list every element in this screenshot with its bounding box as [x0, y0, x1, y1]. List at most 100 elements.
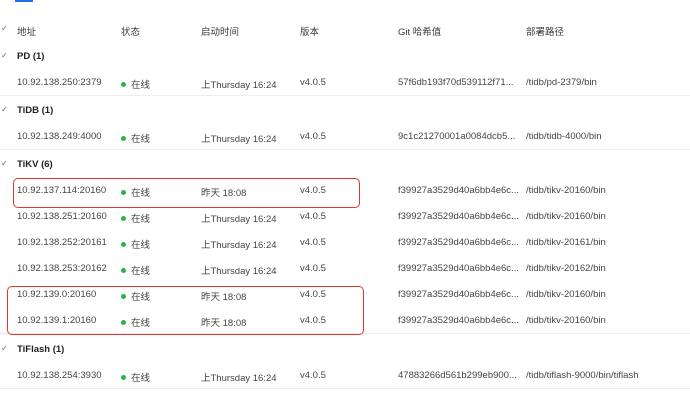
- column-header-address[interactable]: 地址: [17, 24, 36, 38]
- cell-address: 10.92.138.253:20162: [17, 263, 107, 274]
- cell-address: 10.92.138.249:4000: [17, 131, 102, 142]
- table-row[interactable]: 10.92.138.251:20160 在线 上Thursday 16:24 v4.0…: [0, 203, 690, 230]
- cell-version: v4.0.5: [300, 263, 326, 274]
- status-dot-icon: [121, 268, 126, 273]
- status-dot-icon: [121, 294, 126, 299]
- group-label: TiKV (6): [17, 159, 53, 170]
- status-text: 在线: [131, 373, 151, 384]
- cell-start-time: 上Thursday 16:24: [201, 134, 277, 145]
- status-text: 在线: [131, 80, 151, 91]
- status-dot-icon: [121, 136, 126, 141]
- cell-start-time: 上Thursday 16:24: [201, 373, 277, 384]
- cell-address: 10.92.139.1:20160: [17, 315, 97, 326]
- table-row[interactable]: 10.92.138.250:2379 在线 上Thursday 16:24 v4.0.…: [0, 69, 690, 96]
- table-row[interactable]: 10.92.139.0:20160 在线 昨天 18:08 v4.0.5 f39927a…: [0, 281, 690, 308]
- cell-git-hash: 47883266d561b299eb900...: [398, 370, 517, 381]
- check-icon[interactable]: ✓: [1, 51, 8, 60]
- cell-version: v4.0.5: [300, 289, 326, 300]
- cell-git-hash: 9c1c21270001a0084dcb5...: [398, 131, 516, 142]
- cell-version: v4.0.5: [300, 185, 326, 196]
- status-dot-icon: [121, 375, 126, 380]
- cell-address: 10.92.138.251:20160: [17, 211, 107, 222]
- cell-deploy-path: /tidb/tikv-20160/bin: [526, 289, 606, 300]
- group-row[interactable]: ✓ TiFlash (1): [0, 336, 690, 363]
- cell-start-time: 昨天 18:08: [201, 292, 247, 303]
- cell-start-time: 昨天 18:08: [201, 318, 247, 329]
- group-label: TiDB (1): [17, 105, 54, 116]
- status-text: 在线: [131, 188, 151, 199]
- group-label: TiFlash (1): [17, 344, 65, 355]
- cell-deploy-path: /tidb/tikv-20160/bin: [526, 315, 606, 326]
- status-dot-icon: [121, 82, 126, 87]
- active-tab-indicator: [15, 0, 33, 2]
- cell-start-time: 昨天 18:08: [201, 188, 247, 199]
- status-dot-icon: [121, 190, 126, 195]
- cell-deploy-path: /tidb/pd-2379/bin: [526, 77, 597, 88]
- cell-status: 在线: [121, 185, 150, 199]
- status-text: 在线: [131, 266, 151, 277]
- table-row[interactable]: 10.92.138.249:4000 在线 上Thursday 16:24 v4.0.…: [0, 123, 690, 150]
- cell-git-hash: 57f6db193f70d539112f71...: [398, 77, 514, 88]
- cell-address: 10.92.138.252:20161: [17, 237, 107, 248]
- table-row[interactable]: 10.92.138.254:3930 在线 上Thursday 16:24 v4.0.…: [0, 362, 690, 389]
- table-row[interactable]: 10.92.138.252:20161 在线 上Thursday 16:24 v4.0…: [0, 229, 690, 256]
- cell-address: 10.92.138.250:2379: [17, 77, 102, 88]
- cell-start-time: 上Thursday 16:24: [201, 214, 277, 225]
- status-dot-icon: [121, 216, 126, 221]
- table-row[interactable]: 10.92.138.253:20162 在线 上Thursday 16:24 v4.0…: [0, 255, 690, 282]
- status-text: 在线: [131, 292, 151, 303]
- cell-deploy-path: /tidb/tikv-20162/bin: [526, 263, 606, 274]
- cell-version: v4.0.5: [300, 315, 326, 326]
- cell-git-hash: f39927a3529d40a6bb4e6c...: [398, 315, 519, 326]
- cell-deploy-path: /tidb/tikv-20161/bin: [526, 237, 606, 248]
- cell-status: 在线: [121, 77, 150, 91]
- column-header-start-time[interactable]: 启动时间: [201, 24, 239, 38]
- column-header-deploy-path[interactable]: 部署路径: [526, 24, 564, 38]
- cell-deploy-path: /tidb/tiflash-9000/bin/tiflash: [526, 370, 639, 381]
- cell-version: v4.0.5: [300, 370, 326, 381]
- cell-status: 在线: [121, 263, 150, 277]
- column-header-git-hash[interactable]: Git 哈希值: [398, 24, 441, 38]
- cell-address: 10.92.137.114:20160: [17, 185, 107, 196]
- cell-git-hash: f39927a3529d40a6bb4e6c...: [398, 263, 519, 274]
- status-dot-icon: [121, 320, 126, 325]
- cell-deploy-path: /tidb/tidb-4000/bin: [526, 131, 602, 142]
- cell-status: 在线: [121, 370, 150, 384]
- check-icon[interactable]: ✓: [1, 159, 8, 168]
- cell-version: v4.0.5: [300, 237, 326, 248]
- status-text: 在线: [131, 134, 151, 145]
- cell-version: v4.0.5: [300, 131, 326, 142]
- cell-status: 在线: [121, 237, 150, 251]
- status-text: 在线: [131, 318, 151, 329]
- column-header-status[interactable]: 状态: [121, 24, 140, 38]
- cell-start-time: 上Thursday 16:24: [201, 266, 277, 277]
- group-row[interactable]: ✓ TiKV (6): [0, 151, 690, 178]
- cell-status: 在线: [121, 211, 150, 225]
- cell-status: 在线: [121, 289, 150, 303]
- table-header: ✓ 地址 状态 启动时间 版本 Git 哈希值 部署路径: [0, 12, 690, 47]
- cell-address: 10.92.138.254:3930: [17, 370, 102, 381]
- table-row[interactable]: 10.92.137.114:20160 在线 昨天 18:08 v4.0.5 f3992…: [0, 177, 690, 204]
- group-label: PD (1): [17, 51, 45, 62]
- column-header-version[interactable]: 版本: [300, 24, 319, 38]
- cell-deploy-path: /tidb/tikv-20160/bin: [526, 211, 606, 222]
- cell-version: v4.0.5: [300, 211, 326, 222]
- cell-version: v4.0.5: [300, 77, 326, 88]
- table-row[interactable]: 10.92.139.1:20160 在线 昨天 18:08 v4.0.5 f39927a…: [0, 307, 690, 334]
- group-row[interactable]: ✓ PD (1): [0, 43, 690, 70]
- cell-git-hash: f39927a3529d40a6bb4e6c...: [398, 185, 519, 196]
- cell-start-time: 上Thursday 16:24: [201, 80, 277, 91]
- cell-address: 10.92.139.0:20160: [17, 289, 97, 300]
- cell-git-hash: f39927a3529d40a6bb4e6c...: [398, 211, 519, 222]
- group-row[interactable]: ✓ TiDB (1): [0, 97, 690, 124]
- check-icon[interactable]: ✓: [1, 105, 8, 114]
- check-icon: ✓: [1, 24, 8, 33]
- cell-status: 在线: [121, 315, 150, 329]
- cell-git-hash: f39927a3529d40a6bb4e6c...: [398, 289, 519, 300]
- status-dot-icon: [121, 242, 126, 247]
- check-icon[interactable]: ✓: [1, 344, 8, 353]
- status-text: 在线: [131, 240, 151, 251]
- cell-start-time: 上Thursday 16:24: [201, 240, 277, 251]
- status-text: 在线: [131, 214, 151, 225]
- cell-deploy-path: /tidb/tikv-20160/bin: [526, 185, 606, 196]
